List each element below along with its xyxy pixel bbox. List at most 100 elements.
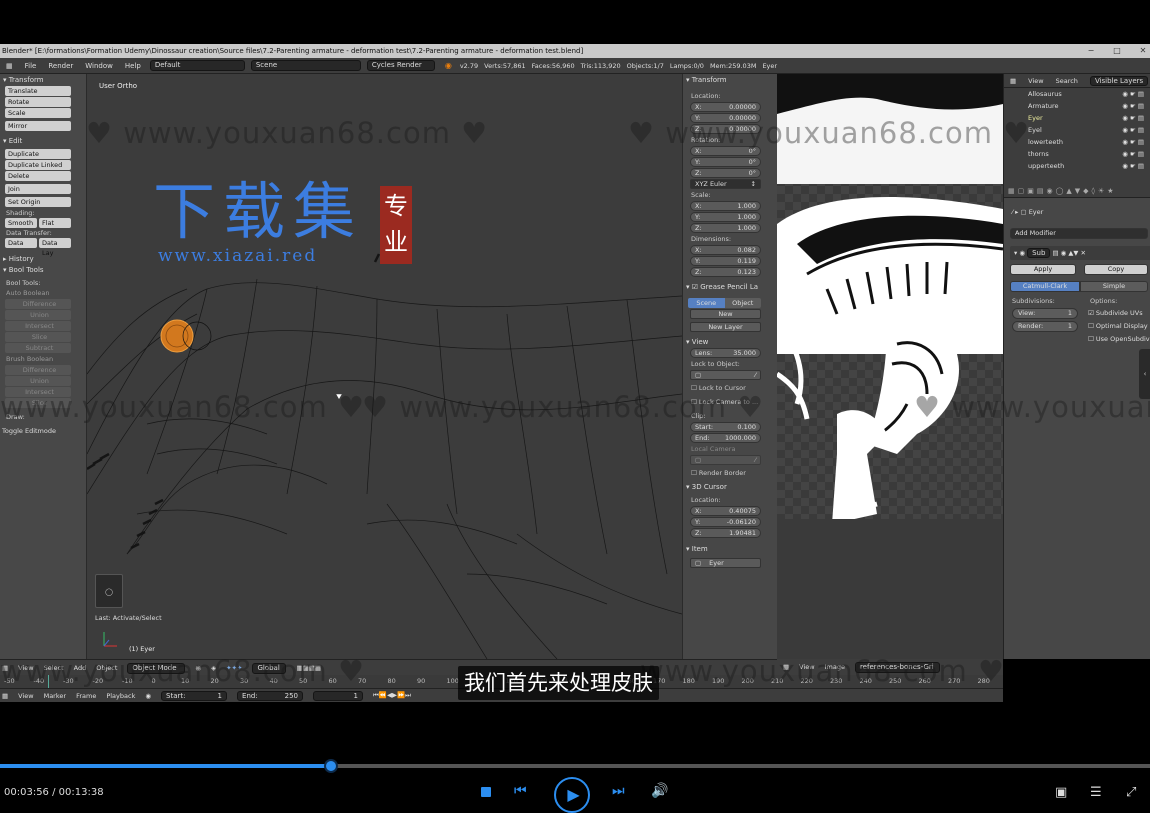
item-name-field[interactable]: ▢ Eyer bbox=[690, 558, 761, 568]
maximize-button[interactable]: □ bbox=[1107, 44, 1127, 58]
shading-mode-icon[interactable]: ◉ bbox=[195, 664, 201, 672]
delete-button[interactable]: Delete bbox=[5, 171, 71, 181]
editor-type-icon[interactable]: ▦ bbox=[2, 664, 8, 672]
slice-button[interactable]: Slice bbox=[5, 332, 71, 342]
location-y-field[interactable]: Y: 0.00000 bbox=[690, 113, 761, 123]
item-panel-header[interactable]: ▾ Item bbox=[683, 543, 777, 554]
progress-handle[interactable] bbox=[324, 759, 339, 773]
stop-icon[interactable] bbox=[481, 787, 491, 797]
dimension-x-field[interactable]: X: 0.082 bbox=[690, 245, 761, 255]
dimension-y-field[interactable]: Y: 0.119 bbox=[690, 256, 761, 266]
scene-select[interactable]: Scene bbox=[250, 60, 361, 71]
mirror-button[interactable]: Mirror bbox=[5, 121, 71, 131]
scale-y-field[interactable]: Y: 1.000 bbox=[690, 212, 761, 222]
new-layer-button[interactable]: New Layer bbox=[690, 322, 761, 332]
catmull-clark-toggle[interactable]: Catmull-Clark bbox=[1010, 281, 1080, 292]
optimal-display-checkbox[interactable]: ☐ Optimal Display bbox=[1088, 322, 1148, 330]
outliner-search-menu[interactable]: Search bbox=[1056, 77, 1078, 85]
edit-section-header[interactable]: ▾ Edit bbox=[0, 135, 86, 146]
eye-icon[interactable]: ◉ ☛ ▤ bbox=[1122, 136, 1144, 148]
layout-select[interactable]: Default bbox=[149, 60, 245, 71]
menu-help[interactable]: Help bbox=[122, 62, 144, 70]
outliner-item[interactable]: thorns ◉ ☛ ▤ bbox=[1004, 148, 1150, 160]
view-levels-field[interactable]: View: 1 bbox=[1012, 308, 1078, 319]
smooth-button[interactable]: Smooth bbox=[5, 218, 37, 228]
timeline-frame-menu[interactable]: Frame bbox=[76, 692, 96, 700]
editor-type-icon[interactable]: ▦ bbox=[2, 692, 8, 700]
next-icon[interactable]: ⏭ bbox=[612, 783, 625, 799]
panel-collapse-tab[interactable]: ‹ bbox=[1139, 349, 1150, 399]
eye-icon[interactable]: ◉ ☛ ▤ bbox=[1122, 100, 1144, 112]
bool-tools-section-header[interactable]: ▾ Bool Tools bbox=[0, 264, 86, 275]
settings-icon[interactable]: ☰ bbox=[1090, 785, 1102, 800]
lock-to-cursor-checkbox[interactable]: ☐ Lock to Cursor bbox=[683, 383, 777, 393]
clip-end-field[interactable]: End: 1000.000 bbox=[690, 433, 761, 443]
difference-button[interactable]: Difference bbox=[5, 299, 71, 309]
outliner-item[interactable]: lowerteeth ◉ ☛ ▤ bbox=[1004, 136, 1150, 148]
eye-icon[interactable]: ◉ ☛ ▤ bbox=[1122, 160, 1144, 172]
view-panel-header[interactable]: ▾ View bbox=[683, 336, 777, 347]
intersect-button[interactable]: Intersect bbox=[5, 321, 71, 331]
lock-object-field[interactable]: ▢ ⁄ bbox=[690, 370, 761, 380]
timeline-marker-menu[interactable]: Marker bbox=[44, 692, 66, 700]
pivot-icon[interactable]: ◈ bbox=[211, 664, 216, 672]
render-border-checkbox[interactable]: ☐ Render Border bbox=[683, 468, 777, 478]
scale-x-field[interactable]: X: 1.000 bbox=[690, 201, 761, 211]
eye-icon[interactable]: ◉ ☛ ▤ bbox=[1122, 112, 1144, 124]
outliner-type-icon[interactable]: ▦ bbox=[1010, 77, 1016, 85]
cursor-x-field[interactable]: X: 0.40075 bbox=[690, 506, 761, 516]
rotation-mode-select[interactable]: XYZ Euler ↕ bbox=[690, 179, 761, 189]
data-lay-button[interactable]: Data Lay bbox=[39, 238, 71, 257]
render-engine-select[interactable]: Cycles Render bbox=[366, 60, 435, 71]
editor-type-icon[interactable]: ▦ bbox=[783, 663, 789, 671]
brush-difference-button[interactable]: Difference bbox=[5, 365, 71, 375]
outliner-view-menu[interactable]: View bbox=[1028, 77, 1043, 85]
rotation-x-field[interactable]: X: 0° bbox=[690, 146, 761, 156]
duplicate-button[interactable]: Duplicate bbox=[5, 149, 71, 159]
simple-toggle[interactable]: Simple bbox=[1080, 281, 1148, 292]
clip-start-field[interactable]: Start: 0.100 bbox=[690, 422, 761, 432]
dimension-z-field[interactable]: Z: 0.123 bbox=[690, 267, 761, 277]
cursor-z-field[interactable]: Z: 1.90481 bbox=[690, 528, 761, 538]
data-button[interactable]: Data bbox=[5, 238, 37, 248]
outliner-item[interactable]: Allosaurus ◉ ☛ ▤ bbox=[1004, 88, 1150, 100]
3d-cursor-header[interactable]: ▾ 3D Cursor bbox=[683, 481, 777, 492]
header-view-menu[interactable]: View bbox=[18, 664, 33, 672]
subdivide-uvs-checkbox[interactable]: ☑ Subdivide UVs bbox=[1088, 309, 1143, 317]
record-icon[interactable]: ◉ bbox=[145, 692, 151, 700]
union-button[interactable]: Union bbox=[5, 310, 71, 320]
timeline-playback-menu[interactable]: Playback bbox=[106, 692, 135, 700]
properties-tabs-icon[interactable]: ▦▢▣▤◉◯▲▼◆◊☀★ bbox=[1004, 184, 1150, 198]
use-opensubdiv-checkbox[interactable]: ☐ Use OpenSubdiv bbox=[1088, 335, 1150, 343]
menu-file[interactable]: File bbox=[22, 62, 40, 70]
apply-button[interactable]: Apply bbox=[1010, 264, 1076, 275]
location-z-field[interactable]: Z: 0.00000 bbox=[690, 124, 761, 134]
timeline-view-menu[interactable]: View bbox=[18, 692, 33, 700]
modifier-header[interactable]: ▾ ◉ Sub ▤ ◉ ▲▼ ✕ bbox=[1010, 246, 1150, 260]
brush-slice-button[interactable]: Slice bbox=[5, 398, 71, 408]
3d-viewport[interactable]: User Ortho ◯ Last: Activate/Select (1) E… bbox=[87, 74, 682, 659]
screenshot-icon[interactable]: ▣ bbox=[1055, 785, 1067, 800]
location-x-field[interactable]: X: 0.00000 bbox=[690, 102, 761, 112]
transform-section-header[interactable]: ▾ Transform bbox=[0, 74, 86, 85]
set-origin-button[interactable]: Set Origin bbox=[5, 197, 71, 207]
local-camera-field[interactable]: ▢ ⁄ bbox=[690, 455, 761, 465]
brush-intersect-button[interactable]: Intersect bbox=[5, 387, 71, 397]
orientation-select[interactable]: Global bbox=[252, 662, 287, 674]
scale-z-field[interactable]: Z: 1.000 bbox=[690, 223, 761, 233]
brush-union-button[interactable]: Union bbox=[5, 376, 71, 386]
volume-icon[interactable]: 🔊 bbox=[651, 783, 668, 799]
rotate-button[interactable]: Rotate bbox=[5, 97, 71, 107]
menu-render[interactable]: Render bbox=[45, 62, 76, 70]
grease-new-button[interactable]: New bbox=[690, 309, 761, 319]
outliner-item[interactable]: Armature ◉ ☛ ▤ bbox=[1004, 100, 1150, 112]
outliner-item-selected[interactable]: Eyer ◉ ☛ ▤ bbox=[1004, 112, 1150, 124]
outliner-item[interactable]: upperteeth ◉ ☛ ▤ bbox=[1004, 160, 1150, 172]
header-select-menu[interactable]: Select bbox=[44, 664, 64, 672]
editor-type-icon[interactable]: ▦ bbox=[3, 62, 16, 70]
end-frame-field[interactable]: End: 250 bbox=[237, 690, 304, 701]
minimize-button[interactable]: − bbox=[1081, 44, 1101, 58]
transform-panel-header[interactable]: ▾ Transform bbox=[683, 74, 777, 85]
subtract-button[interactable]: Subtract bbox=[5, 343, 71, 353]
previous-icon[interactable]: ⏮ bbox=[514, 783, 527, 799]
